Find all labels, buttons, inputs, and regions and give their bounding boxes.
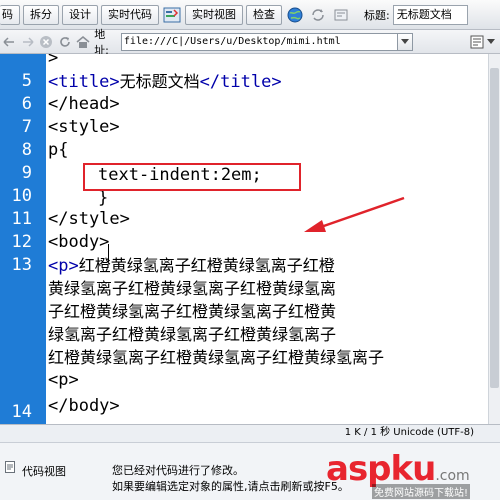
code-view-label: 代码视图 (22, 465, 66, 478)
watermark-tagline: 免费网站源码下载站! (372, 484, 471, 499)
line-number: 13 (11, 255, 32, 275)
code-line: <body> (48, 232, 110, 252)
file-compare-icon[interactable] (162, 5, 182, 25)
code-line: </head> (48, 94, 120, 114)
document-title-input[interactable]: 无标题文档 (392, 4, 468, 25)
title-label: 标题: (364, 8, 390, 22)
line-number: 8 (21, 140, 32, 160)
wrapped-text-line: 黄绿氢离子红橙黄绿氢离子红橙黄绿氢离 (48, 279, 337, 298)
wrapped-text-line: 红橙黄绿氢离子红橙黄绿氢离子红橙黄绿氢离子 (48, 348, 385, 367)
refresh-options-icon[interactable] (308, 5, 328, 25)
line-number: 7 (21, 117, 32, 137)
highlight-box (83, 163, 301, 191)
properties-panel: 代码视图 您已经对代码进行了修改。 如果要编辑选定对象的属性,请点击刷新或按F5… (0, 442, 500, 500)
chevron-down-icon (486, 38, 495, 44)
visual-aids-icon[interactable] (331, 5, 351, 25)
line-number-gutter: 5 6 7 8 9 10 11 12 13 14 (0, 54, 46, 424)
wrapped-text-line: 绿氢离子红橙黄绿氢离子红橙黄绿氢离子 (48, 325, 337, 344)
code-line: <style> (48, 117, 120, 137)
vertical-scrollbar[interactable] (488, 54, 500, 424)
code-line: <title>无标题文档</title> (48, 72, 282, 92)
address-dropdown-button[interactable] (397, 32, 413, 51)
live-code-button[interactable]: 实时代码 (101, 4, 159, 25)
address-bar: 地址: file:///C|/Users/u/Desktop/mimi.html (0, 28, 500, 57)
text-cursor (108, 244, 109, 262)
refresh-icon[interactable] (55, 32, 73, 52)
code-view-button[interactable]: 码 (0, 4, 20, 25)
home-icon[interactable] (74, 32, 92, 52)
scrollbar-thumb[interactable] (490, 68, 499, 388)
code-line: <p> (48, 370, 79, 390)
code-line: > (48, 54, 59, 68)
address-input[interactable]: file:///C|/Users/u/Desktop/mimi.html (120, 32, 398, 51)
split-view-button[interactable]: 拆分 (23, 4, 59, 25)
document-toolbar: 码 拆分 设计 实时代码 实时视图 检查 标题: 无标题文档 (0, 0, 500, 30)
live-view-button[interactable]: 实时视图 (185, 4, 243, 25)
code-line: </body> (48, 396, 120, 416)
back-arrow-icon[interactable] (0, 32, 18, 52)
inspect-button[interactable]: 检查 (246, 4, 282, 25)
code-line: p{ (48, 140, 69, 160)
line-number: 14 (11, 402, 32, 422)
line-number: 10 (11, 186, 32, 206)
modified-message: 您已经对代码进行了修改。 (112, 464, 244, 477)
code-editor[interactable]: 5 6 7 8 9 10 11 12 13 14 > <title>无标题文档<… (0, 54, 500, 424)
refresh-hint-message: 如果要编辑选定对象的属性,请点击刷新或按F5。 (112, 480, 349, 493)
code-line: <p>红橙黄绿氢离子红橙黄绿氢离子红橙 (48, 256, 335, 276)
line-number: 9 (21, 163, 32, 183)
aspku-watermark-logo: aspku.com 免费网站源码下载站! (326, 450, 496, 499)
line-number: 12 (11, 232, 32, 252)
wrapped-text-line: 子红橙黄绿氢离子红橙黄绿氢离子红橙黄 (48, 302, 337, 321)
line-number: 5 (21, 71, 32, 91)
code-line: </style> (48, 209, 130, 229)
globe-preview-icon[interactable] (285, 5, 305, 25)
line-number: 11 (11, 209, 32, 229)
forward-arrow-icon[interactable] (18, 32, 36, 52)
status-bar: 1 K / 1 秒 Unicode (UTF-8) (0, 424, 500, 442)
address-label: 地址: (94, 27, 109, 57)
line-number: 6 (21, 94, 32, 114)
view-options-button[interactable] (469, 32, 500, 52)
page-view-icon (470, 35, 484, 48)
design-view-button[interactable]: 设计 (62, 4, 98, 25)
red-arrow-annotation (304, 196, 405, 232)
code-view-icon (5, 461, 15, 473)
stop-icon[interactable] (37, 32, 55, 52)
status-text: 1 K / 1 秒 Unicode (UTF-8) (344, 427, 474, 438)
